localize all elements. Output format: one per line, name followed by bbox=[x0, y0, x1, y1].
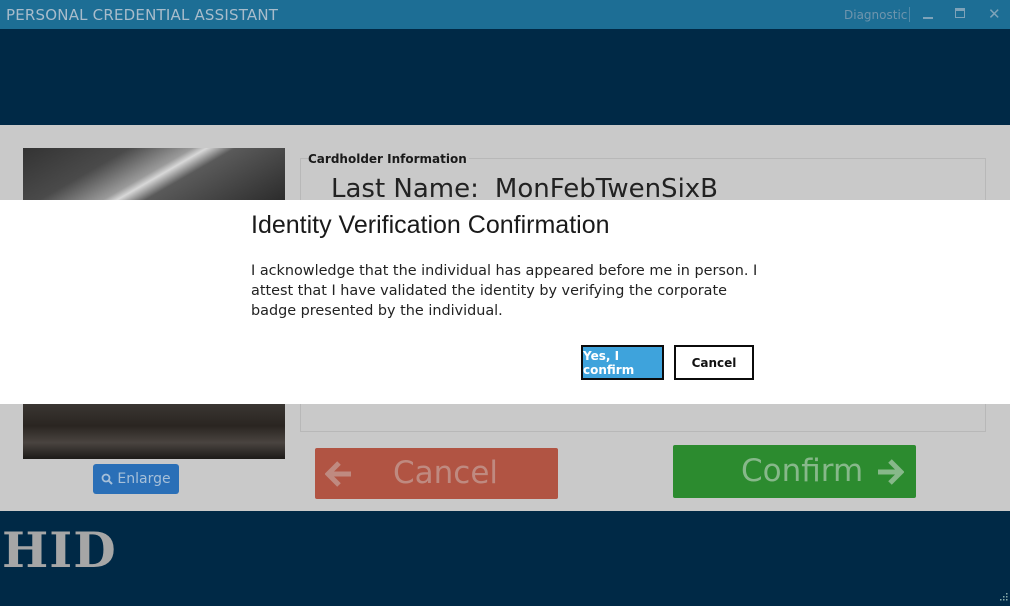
footer-band bbox=[0, 511, 1010, 606]
maximize-button[interactable] bbox=[945, 0, 975, 29]
title-bar: PERSONAL CREDENTIAL ASSISTANT Diagnostic… bbox=[0, 0, 1010, 29]
cancel-action-button[interactable]: Cancel bbox=[315, 448, 558, 499]
cancel-action-label: Cancel bbox=[393, 455, 499, 491]
last-name-value: MonFebTwenSixB bbox=[494, 174, 719, 201]
cardholder-photo-lower bbox=[23, 404, 285, 459]
confirm-action-label: Confirm bbox=[741, 453, 864, 489]
arrow-left-icon bbox=[325, 461, 351, 487]
title-bar-divider bbox=[909, 7, 910, 22]
cardholder-photo bbox=[23, 148, 285, 201]
yes-confirm-button[interactable]: Yes, I confirm bbox=[581, 345, 664, 380]
resize-grip-icon[interactable] bbox=[998, 593, 1008, 603]
enlarge-label: Enlarge bbox=[117, 471, 171, 487]
dialog-message: I acknowledge that the individual has ap… bbox=[251, 263, 758, 319]
close-button[interactable]: ✕ bbox=[980, 0, 1010, 29]
dialog-cancel-button[interactable]: Cancel bbox=[674, 345, 754, 380]
last-name-label: Last Name: bbox=[331, 174, 479, 201]
diagnostic-link[interactable]: Diagnostic bbox=[844, 8, 907, 22]
arrow-right-icon bbox=[878, 459, 904, 485]
confirm-action-button[interactable]: Confirm bbox=[673, 445, 916, 498]
magnifier-icon bbox=[101, 473, 114, 485]
enlarge-button[interactable]: Enlarge bbox=[93, 464, 179, 494]
header-band bbox=[0, 29, 1010, 125]
minimize-icon bbox=[923, 17, 933, 19]
maximize-icon bbox=[955, 8, 965, 18]
app-title: PERSONAL CREDENTIAL ASSISTANT bbox=[6, 6, 279, 24]
minimize-button[interactable] bbox=[913, 0, 943, 29]
dialog-title: Identity Verification Confirmation bbox=[251, 211, 610, 239]
cardholder-info-title: Cardholder Information bbox=[308, 152, 469, 166]
last-name-row: Last Name: MonFebTwenSixB bbox=[331, 174, 718, 201]
hid-logo: HID bbox=[2, 521, 117, 579]
close-icon: ✕ bbox=[988, 5, 1001, 23]
